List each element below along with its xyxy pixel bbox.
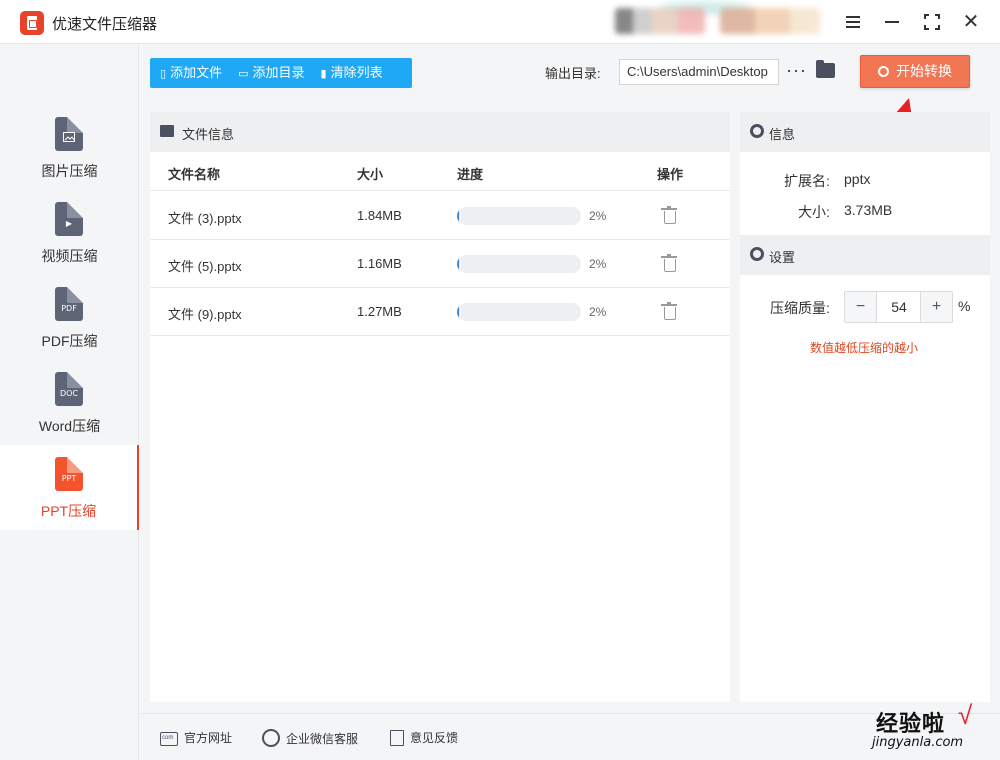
progress-bar <box>457 207 581 225</box>
trash-small-icon: ▮ <box>320 68 327 80</box>
increase-button[interactable]: + <box>920 292 952 322</box>
progress-bar <box>457 303 581 321</box>
settings-header: 设置 <box>740 235 990 275</box>
clear-list-button[interactable]: ▮ 清除列表 <box>311 58 389 88</box>
file-name: 文件 (3).pptx <box>168 211 242 226</box>
column-progress: 进度 <box>457 167 484 182</box>
footer: 官方网址 企业微信客服 意见反馈 <box>140 713 1000 760</box>
progress-text: 2% <box>589 209 607 223</box>
maximize-icon[interactable] <box>920 10 944 34</box>
info-header: 信息 <box>740 112 990 152</box>
add-directory-button[interactable]: ▭ 添加目录 <box>228 58 310 88</box>
table-row[interactable]: 文件 (9).pptx 1.27MB 2% <box>150 288 730 336</box>
file-list-panel: 文件信息 文件名称 大小 进度 操作 文件 (3).pptx 1.84MB 2%… <box>150 112 730 702</box>
size-label: 大小: <box>798 204 830 220</box>
menu-icon[interactable] <box>841 10 865 34</box>
progress-text: 2% <box>589 257 607 271</box>
trash-icon[interactable] <box>661 302 677 320</box>
quality-stepper: − 54 + <box>844 291 953 323</box>
progress-fill <box>457 303 460 321</box>
ext-label: 扩展名: <box>784 173 830 189</box>
file-size: 1.84MB <box>357 208 402 223</box>
progress-fill <box>457 207 460 225</box>
column-name: 文件名称 <box>168 167 221 182</box>
output-dir-label: 输出目录: <box>545 66 601 81</box>
info-settings-panel: 信息 扩展名: pptx 大小: 3.73MB 设置 压缩质量: − 54 + … <box>740 112 990 702</box>
trash-icon[interactable] <box>661 206 677 224</box>
toolbar-button-group: ▯ 添加文件 ▭ 添加目录 ▮ 清除列表 <box>150 58 412 88</box>
file-name: 文件 (9).pptx <box>168 307 242 322</box>
file-icon: ▯ <box>160 68 167 80</box>
ppt-file-icon: PPT <box>55 457 83 491</box>
image-icon <box>160 125 174 137</box>
progress-text: 2% <box>589 305 607 319</box>
sidebar-item-label: 视频压缩 <box>41 248 98 264</box>
wechat-support-link[interactable]: 企业微信客服 <box>262 729 358 747</box>
gear-icon <box>750 247 764 261</box>
blurred-user-avatar <box>720 8 820 34</box>
decrease-button[interactable]: − <box>845 292 877 322</box>
feedback-icon <box>390 730 404 746</box>
minimize-icon[interactable] <box>880 10 904 34</box>
column-action: 操作 <box>657 167 684 182</box>
title-bar: 优速文件压缩器 ✕ <box>0 0 1000 44</box>
file-size: 1.27MB <box>357 304 402 319</box>
sidebar-item-label: Word压缩 <box>38 418 101 434</box>
table-header: 文件名称 大小 进度 操作 <box>150 152 730 191</box>
file-panel-header: 文件信息 <box>150 112 730 152</box>
watermark-url: jingyanla.com <box>872 735 964 750</box>
file-panel-title: 文件信息 <box>182 127 235 142</box>
info-title: 信息 <box>769 127 796 142</box>
doc-file-icon: DOC <box>55 372 83 406</box>
close-icon[interactable]: ✕ <box>959 10 983 34</box>
table-row[interactable]: 文件 (5).pptx 1.16MB 2% <box>150 240 730 288</box>
settings-title: 设置 <box>769 250 796 265</box>
loading-spinner-icon <box>878 66 889 77</box>
sidebar: 图片压缩 ▶ 视频压缩 PDF PDF压缩 DOC Word压缩 PPT PPT… <box>0 45 139 760</box>
trash-icon[interactable] <box>661 254 677 272</box>
start-convert-button[interactable]: 开始转换 <box>860 55 970 88</box>
sidebar-item-label: 图片压缩 <box>41 163 98 179</box>
file-size: 1.16MB <box>357 256 402 271</box>
chat-icon <box>262 729 280 747</box>
sidebar-item-label: PDF压缩 <box>41 333 98 349</box>
quality-hint: 数值越低压缩的越小 <box>810 341 919 355</box>
watermark-text: 经验啦 <box>876 712 946 737</box>
sidebar-item-label: PPT压缩 <box>40 503 97 519</box>
progress-fill <box>457 255 460 273</box>
sidebar-item-video[interactable]: ▶ 视频压缩 <box>0 190 139 275</box>
progress-bar <box>457 255 581 273</box>
quality-label: 压缩质量: <box>770 300 830 316</box>
percent-unit: % <box>958 298 971 314</box>
feedback-link[interactable]: 意见反馈 <box>390 729 458 746</box>
check-mark-icon: √ <box>958 700 973 730</box>
website-icon <box>160 732 178 746</box>
app-title: 优速文件压缩器 <box>52 16 158 33</box>
column-size: 大小 <box>357 167 384 182</box>
blurred-user-info <box>615 8 705 34</box>
sidebar-item-image[interactable]: 图片压缩 <box>0 105 139 190</box>
video-file-icon: ▶ <box>55 202 83 236</box>
more-options-button[interactable]: ··· <box>786 60 807 81</box>
ext-value: pptx <box>844 171 871 187</box>
folder-icon[interactable] <box>816 60 835 78</box>
sidebar-item-ppt[interactable]: PPT PPT压缩 <box>0 445 139 530</box>
quality-input[interactable]: 54 <box>878 292 920 322</box>
add-file-button[interactable]: ▯ 添加文件 <box>150 58 228 88</box>
size-value: 3.73MB <box>844 202 893 218</box>
folder-outline-icon: ▭ <box>238 68 249 80</box>
sidebar-item-word[interactable]: DOC Word压缩 <box>0 360 139 445</box>
website-link[interactable]: 官方网址 <box>160 729 232 746</box>
file-name: 文件 (5).pptx <box>168 259 242 274</box>
gear-icon <box>750 124 764 138</box>
pdf-file-icon: PDF <box>55 287 83 321</box>
sidebar-item-pdf[interactable]: PDF PDF压缩 <box>0 275 139 360</box>
app-logo-icon <box>20 11 44 35</box>
output-dir-input[interactable]: C:\Users\admin\Desktop <box>619 59 779 85</box>
table-row[interactable]: 文件 (3).pptx 1.84MB 2% <box>150 192 730 240</box>
image-file-icon <box>55 117 83 151</box>
